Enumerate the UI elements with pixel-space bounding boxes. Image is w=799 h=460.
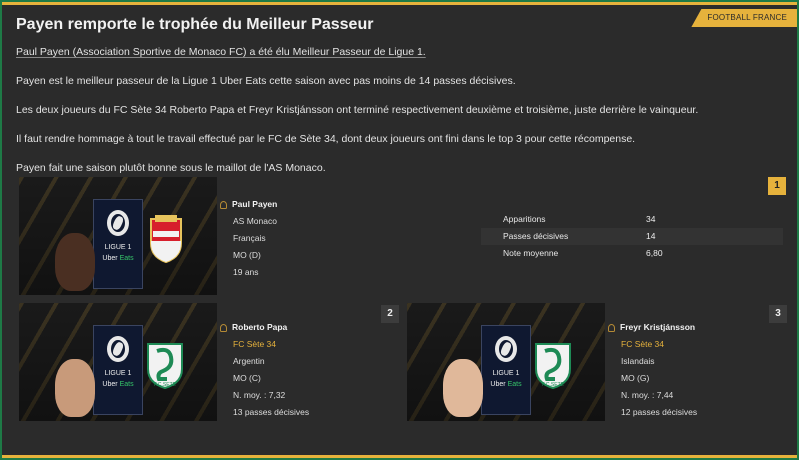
winner-stats: Apparitions 34 Passes décisives 14 Note mo… bbox=[481, 211, 783, 262]
nationality: Islandais bbox=[621, 356, 655, 366]
article-body: Paul Payen (Association Sportive de Mona… bbox=[16, 45, 776, 190]
age: 19 ans bbox=[233, 267, 259, 277]
paragraph-3: Les deux joueurs du FC Sète 34 Roberto P… bbox=[16, 104, 699, 116]
assists: 13 passes décisives bbox=[233, 407, 310, 417]
second-info: Roberto Papa FC Sète 34 Argentin MO (C) … bbox=[220, 319, 309, 421]
lightbulb-icon bbox=[220, 200, 227, 209]
average-rating: N. moy. : 7,32 bbox=[233, 390, 286, 400]
club-name[interactable]: AS Monaco bbox=[220, 213, 277, 230]
paragraph-4: Il faut rendre hommage à tout le travail… bbox=[16, 133, 636, 145]
lightbulb-icon bbox=[220, 323, 227, 332]
paragraph-1: Paul Payen (Association Sportive de Mona… bbox=[16, 45, 776, 74]
paragraph-2: Payen est le meilleur passeur de la Ligu… bbox=[16, 75, 516, 87]
assists: 12 passes décisives bbox=[621, 407, 698, 417]
category-tag[interactable]: FOOTBALL FRANCE bbox=[691, 9, 797, 27]
second-place-card[interactable]: LIGUE 1 Uber Eats F.C.SETE 2 Roberto Pap… bbox=[19, 303, 399, 421]
club-name[interactable]: FC Sète 34 bbox=[220, 336, 309, 353]
ligue1-logo: LIGUE 1 Uber Eats bbox=[93, 199, 143, 289]
monaco-crest-icon bbox=[150, 215, 182, 263]
player-photo-payen bbox=[55, 233, 95, 291]
player-name[interactable]: Paul Payen bbox=[232, 196, 277, 213]
second-image: LIGUE 1 Uber Eats F.C.SETE bbox=[19, 303, 217, 421]
player-name[interactable]: Freyr Kristjánsson bbox=[620, 319, 695, 336]
stat-row: Apparitions 34 bbox=[503, 214, 656, 224]
svg-text:F.C.SETE: F.C.SETE bbox=[542, 382, 565, 388]
news-title: Payen remporte le trophée du Meilleur Pa… bbox=[16, 16, 374, 33]
paragraph-1-text[interactable]: Paul Payen (Association Sportive de Mona… bbox=[16, 46, 426, 58]
nationality: Français bbox=[233, 233, 266, 243]
average-rating: N. moy. : 7,44 bbox=[621, 390, 674, 400]
position: MO (D) bbox=[233, 250, 261, 260]
svg-text:F.C.SETE: F.C.SETE bbox=[154, 382, 177, 388]
stat-row: Note moyenne 6,80 bbox=[503, 248, 663, 258]
third-image: LIGUE 1 Uber Eats F.C.SETE bbox=[407, 303, 605, 421]
news-panel: FOOTBALL FRANCE Payen remporte le trophé… bbox=[2, 2, 797, 458]
winner-info: Paul Payen AS Monaco Français MO (D) 19 … bbox=[220, 196, 277, 281]
rank-badge: 2 bbox=[381, 305, 399, 323]
third-place-card[interactable]: LIGUE 1 Uber Eats F.C.SETE 3 Freyr Krist… bbox=[407, 303, 787, 421]
position: MO (G) bbox=[621, 373, 650, 383]
stat-row: Passes décisives 14 bbox=[481, 228, 783, 245]
third-info: Freyr Kristjánsson FC Sète 34 Islandais … bbox=[608, 319, 697, 421]
sete-crest-icon: F.C.SETE bbox=[535, 343, 571, 389]
rank-badge: 1 bbox=[768, 177, 786, 195]
player-name[interactable]: Roberto Papa bbox=[232, 319, 287, 336]
sete-crest-icon: F.C.SETE bbox=[147, 343, 183, 389]
position: MO (C) bbox=[233, 373, 261, 383]
ligue1-logo: LIGUE 1 Uber Eats bbox=[481, 325, 531, 415]
nationality: Argentin bbox=[233, 356, 265, 366]
rank-badge: 3 bbox=[769, 305, 787, 323]
ligue1-logo: LIGUE 1 Uber Eats bbox=[93, 325, 143, 415]
lightbulb-icon bbox=[608, 323, 615, 332]
club-name[interactable]: FC Sète 34 bbox=[608, 336, 697, 353]
winner-image: LIGUE 1 Uber Eats bbox=[19, 177, 217, 295]
player-photo-kristjansson bbox=[443, 359, 483, 417]
player-photo-papa bbox=[55, 359, 95, 417]
